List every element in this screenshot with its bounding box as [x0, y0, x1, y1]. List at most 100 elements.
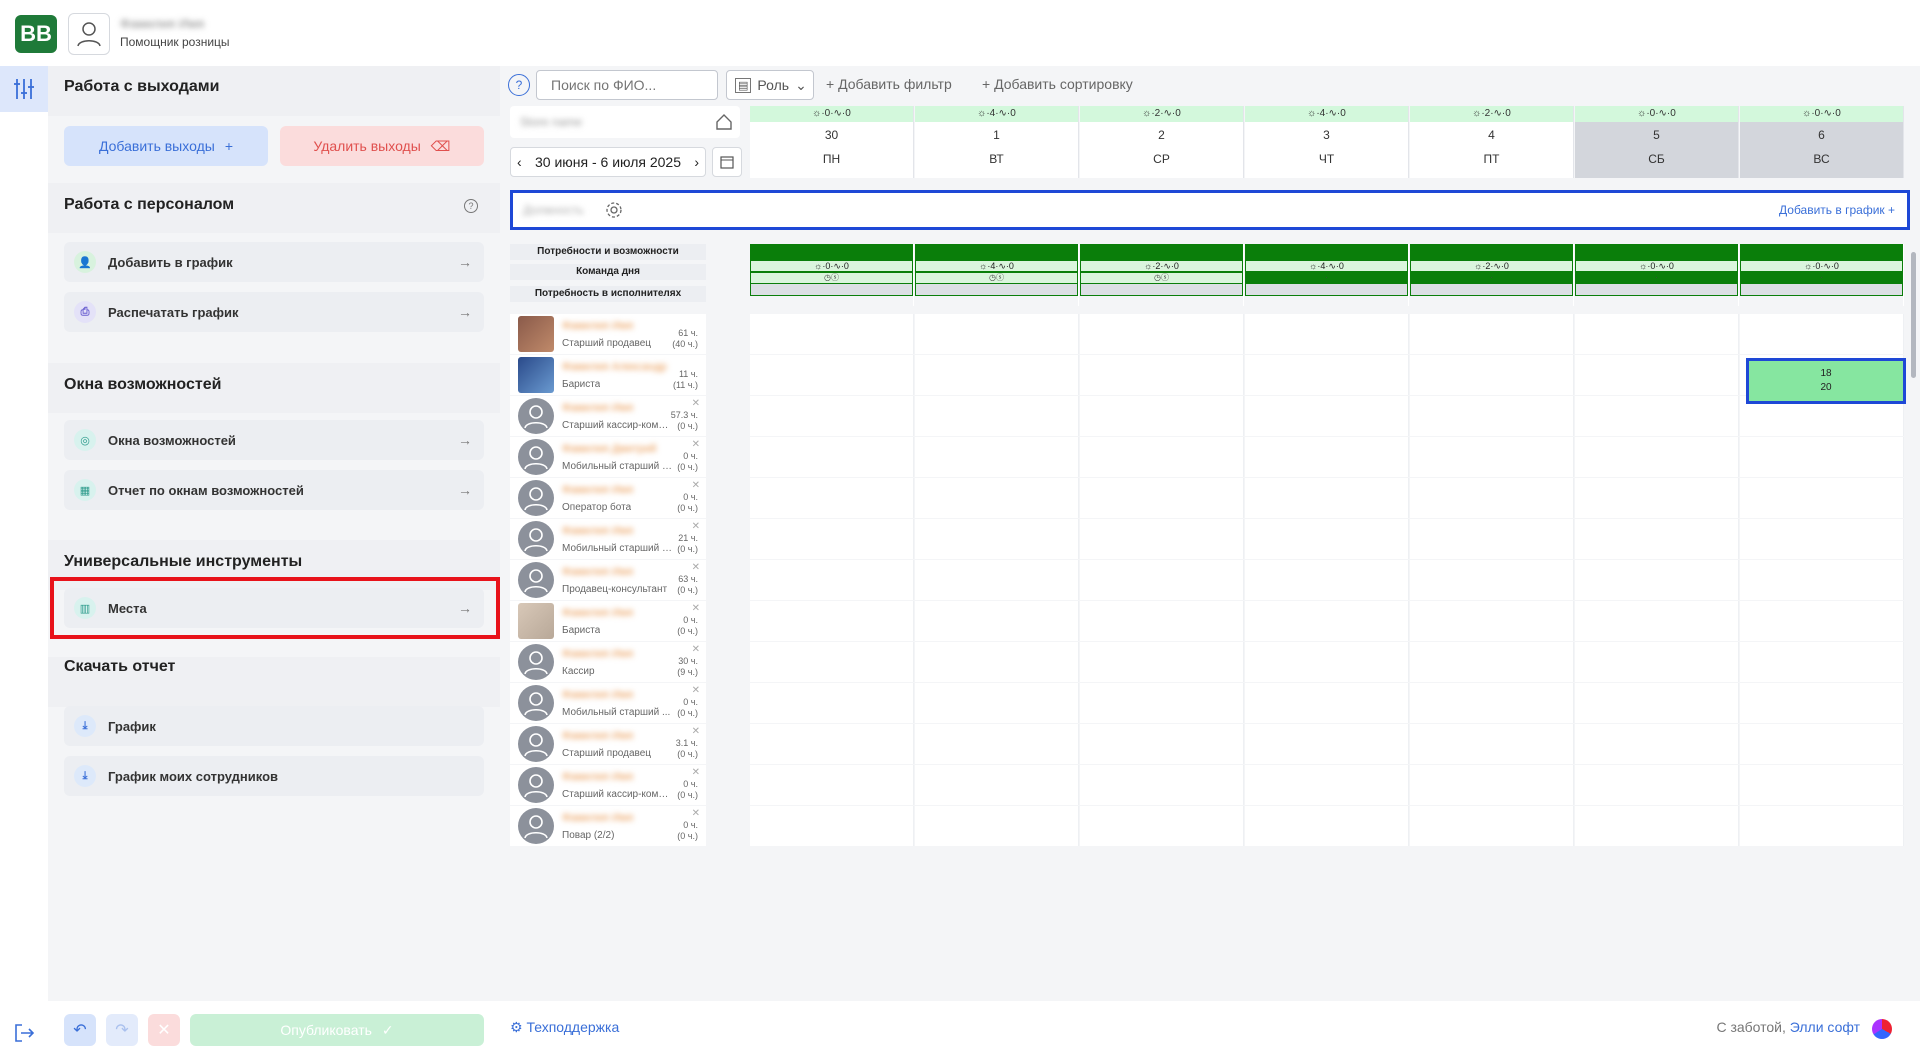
schedule-cell[interactable]: [1575, 806, 1739, 846]
table-row[interactable]: Фамилия Имя Старший продавец 3.1 ч. (0 ч.…: [510, 724, 706, 764]
chevron-right-icon[interactable]: ›: [694, 154, 699, 170]
schedule-cell[interactable]: [1410, 478, 1574, 518]
table-row[interactable]: Фамилия Дмитрий Мобильный старший про...…: [510, 437, 706, 477]
schedule-cell[interactable]: [915, 724, 1079, 764]
employee-name[interactable]: Фамилия Имя: [562, 402, 633, 414]
day-header[interactable]: ☼·4·∿·0 3 ЧТ: [1245, 106, 1409, 178]
schedule-report-item[interactable]: ⤓ График: [64, 706, 484, 746]
schedule-cell[interactable]: [915, 519, 1079, 559]
employee-name[interactable]: Фамилия Имя: [562, 812, 633, 824]
needs-column[interactable]: ☼·4·∿·0 ·: [1245, 244, 1409, 306]
day-header[interactable]: ☼·4·∿·0 1 ВТ: [915, 106, 1079, 178]
schedule-cell[interactable]: [750, 806, 914, 846]
schedule-cell[interactable]: [1245, 519, 1409, 559]
schedule-cell[interactable]: [750, 765, 914, 805]
schedule-cell[interactable]: [1080, 724, 1244, 764]
schedule-cell[interactable]: [1740, 314, 1904, 354]
filters-rail-button[interactable]: [0, 66, 48, 112]
my-employees-report-item[interactable]: ⤓ График моих сотрудников: [64, 756, 484, 796]
add-to-schedule-link[interactable]: Добавить в график +: [1779, 203, 1895, 217]
add-shifts-button[interactable]: Добавить выходы +: [64, 126, 268, 166]
schedule-cell[interactable]: [915, 683, 1079, 723]
employee-name[interactable]: Фамилия Дмитрий: [562, 443, 656, 455]
schedule-cell[interactable]: [1740, 519, 1904, 559]
schedule-cell[interactable]: [1410, 806, 1574, 846]
remove-icon[interactable]: ✕: [692, 603, 700, 614]
schedule-cell[interactable]: [1410, 396, 1574, 436]
schedule-cell[interactable]: [1080, 396, 1244, 436]
table-row[interactable]: Фамилия Имя Старший кассир-компле... 0 ч…: [510, 765, 706, 805]
day-header[interactable]: ☼·0·∿·0 30 ПН: [750, 106, 914, 178]
schedule-cell[interactable]: [1740, 642, 1904, 682]
schedule-cell[interactable]: [1245, 560, 1409, 600]
schedule-cell[interactable]: [1080, 519, 1244, 559]
remove-icon[interactable]: ✕: [692, 767, 700, 778]
schedule-cell[interactable]: [1410, 765, 1574, 805]
role-select[interactable]: ▤ Роль ⌄: [726, 70, 814, 100]
delete-shifts-button[interactable]: Удалить выходы ⌫: [280, 126, 484, 166]
schedule-cell[interactable]: [1410, 724, 1574, 764]
remove-icon[interactable]: ✕: [692, 644, 700, 655]
needs-column[interactable]: ☼·0·∿·0 ·: [1575, 244, 1739, 306]
publish-button[interactable]: Опубликовать ✓: [190, 1014, 484, 1046]
schedule-cell[interactable]: [750, 314, 914, 354]
schedule-cell[interactable]: [915, 478, 1079, 518]
remove-icon[interactable]: ✕: [692, 480, 700, 491]
schedule-cell[interactable]: [1080, 642, 1244, 682]
schedule-cell[interactable]: [1575, 765, 1739, 805]
schedule-cell[interactable]: [1245, 806, 1409, 846]
day-header[interactable]: ☼·0·∿·0 6 ВС: [1740, 106, 1904, 178]
schedule-cell[interactable]: [750, 396, 914, 436]
schedule-cell[interactable]: [1740, 683, 1904, 723]
schedule-cell[interactable]: [915, 806, 1079, 846]
schedule-cell[interactable]: [1080, 478, 1244, 518]
table-row[interactable]: Фамилия Имя Старший продавец 61 ч. (40 ч.…: [510, 314, 706, 354]
schedule-cell[interactable]: [750, 724, 914, 764]
schedule-cell[interactable]: [915, 355, 1079, 395]
schedule-cell[interactable]: [1575, 437, 1739, 477]
app-logo[interactable]: BB: [15, 15, 57, 53]
schedule-cell[interactable]: [1575, 601, 1739, 641]
schedule-cell[interactable]: [1080, 560, 1244, 600]
staff-help-icon[interactable]: ?: [464, 199, 478, 213]
schedule-cell[interactable]: [1740, 478, 1904, 518]
schedule-cell[interactable]: [1245, 478, 1409, 518]
schedule-cell[interactable]: [1080, 314, 1244, 354]
schedule-cell[interactable]: [915, 642, 1079, 682]
table-row[interactable]: Фамилия Имя Мобильный старший ... 0 ч. (0…: [510, 683, 706, 723]
schedule-cell[interactable]: [1740, 765, 1904, 805]
table-row[interactable]: Фамилия Имя Продавец-консультант 63 ч. (0…: [510, 560, 706, 600]
user-avatar[interactable]: [68, 13, 110, 55]
schedule-cell[interactable]: [915, 396, 1079, 436]
schedule-cell[interactable]: [1410, 519, 1574, 559]
scrollbar[interactable]: [1911, 252, 1916, 378]
table-row[interactable]: Фамилия Александр Бариста 11 ч. (11 ч.): [510, 355, 706, 395]
schedule-cell[interactable]: [1410, 642, 1574, 682]
schedule-cell[interactable]: [750, 683, 914, 723]
schedule-cell[interactable]: [1575, 519, 1739, 559]
calendar-button[interactable]: [712, 147, 742, 177]
logout-icon[interactable]: [12, 1021, 36, 1045]
day-header[interactable]: ☼·2·∿·0 2 СР: [1080, 106, 1244, 178]
schedule-cell[interactable]: [1245, 355, 1409, 395]
redo-button[interactable]: ↷: [106, 1014, 138, 1046]
schedule-cell[interactable]: [1080, 601, 1244, 641]
schedule-cell[interactable]: [1245, 601, 1409, 641]
schedule-cell[interactable]: [1575, 355, 1739, 395]
schedule-cell[interactable]: [915, 560, 1079, 600]
schedule-cell[interactable]: [1245, 437, 1409, 477]
schedule-cell[interactable]: [1080, 355, 1244, 395]
table-row[interactable]: Фамилия Имя Бариста 0 ч. (0 ч.) ✕: [510, 601, 706, 641]
schedule-cell[interactable]: [1740, 806, 1904, 846]
schedule-cell[interactable]: [1245, 683, 1409, 723]
schedule-cell[interactable]: [1410, 437, 1574, 477]
schedule-cell[interactable]: [1410, 601, 1574, 641]
schedule-cell[interactable]: [1245, 314, 1409, 354]
day-header[interactable]: ☼·2·∿·0 4 ПТ: [1410, 106, 1574, 178]
needs-column[interactable]: ☼·2·∿·0 ◷ⓢ: [1080, 244, 1244, 306]
schedule-cell[interactable]: [1410, 314, 1574, 354]
add-filter-button[interactable]: + Добавить фильтр: [826, 76, 952, 92]
schedule-cell[interactable]: [1245, 724, 1409, 764]
schedule-cell[interactable]: [1575, 724, 1739, 764]
print-schedule-item[interactable]: ⎙ Распечатать график →: [64, 292, 484, 332]
